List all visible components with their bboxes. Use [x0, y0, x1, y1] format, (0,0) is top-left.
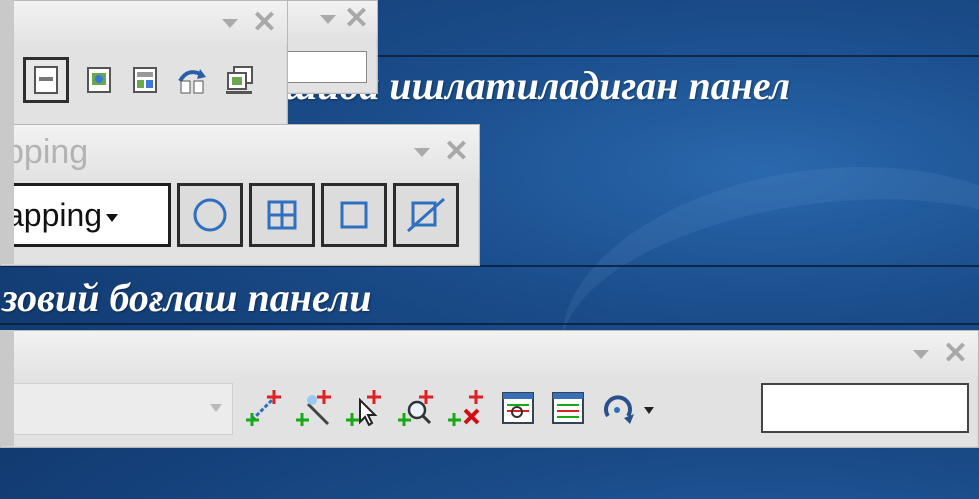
- end-snap-button[interactable]: [393, 183, 459, 247]
- dropdown-arrow-icon[interactable]: [912, 349, 929, 359]
- copy-map-button[interactable]: [221, 61, 259, 99]
- rotate-dropdown-arrow-icon[interactable]: [644, 407, 654, 414]
- rotate-icon: [604, 395, 634, 424]
- link-table-icon: [552, 392, 584, 424]
- end-snap-icon: [407, 197, 445, 233]
- page-setup-icon: [133, 67, 157, 93]
- vertex-snap-button[interactable]: [249, 183, 315, 247]
- delete-point-button[interactable]: [447, 389, 485, 427]
- close-icon[interactable]: ✕: [943, 339, 968, 369]
- edge-snap-button[interactable]: [321, 183, 387, 247]
- point-snap-icon: [193, 198, 227, 232]
- bottom-panel-input[interactable]: [761, 383, 969, 433]
- top-toolbar-panel: ✕: [0, 0, 288, 126]
- bottom-dropdown[interactable]: [1, 383, 233, 435]
- caption-middle: зовий боғлаш панели: [2, 275, 372, 320]
- delete-point-icon: [448, 390, 483, 426]
- zoom-add-button[interactable]: [397, 389, 435, 427]
- small-panel-input[interactable]: [283, 51, 367, 83]
- dropdown-arrow-icon[interactable]: [413, 147, 430, 157]
- refresh-layout-icon: [178, 69, 206, 94]
- link-table-button[interactable]: [549, 389, 587, 427]
- snapping-toolbar-panel: pping ✕ apping: [0, 124, 480, 266]
- refresh-layout-button[interactable]: [173, 61, 211, 99]
- add-point-icon: [246, 390, 281, 426]
- add-point-button[interactable]: [245, 389, 283, 427]
- auto-add-button[interactable]: [295, 389, 333, 427]
- rotate-button[interactable]: [599, 389, 637, 427]
- small-toolbar-panel: ✕: [282, 0, 378, 94]
- chevron-down-icon: [210, 404, 222, 412]
- close-icon[interactable]: ✕: [444, 137, 469, 167]
- snapping-panel-title: pping: [5, 133, 89, 171]
- vertex-snap-icon: [267, 200, 297, 230]
- edge-snap-icon: [340, 201, 368, 229]
- dropdown-arrow-icon[interactable]: [221, 18, 238, 28]
- point-snap-button[interactable]: [177, 183, 243, 247]
- chevron-down-icon: [106, 213, 119, 222]
- snapping-panel-titlebar[interactable]: pping ✕: [1, 125, 479, 179]
- top-panel-titlebar[interactable]: ✕: [1, 1, 287, 45]
- layout-view-button[interactable]: [23, 57, 69, 103]
- add-data-button[interactable]: [81, 61, 119, 99]
- dropdown-arrow-icon[interactable]: [319, 14, 336, 24]
- view-link-table-button[interactable]: [499, 389, 537, 427]
- copy-map-icon: [226, 66, 253, 94]
- bottom-panel-titlebar[interactable]: ✕: [1, 331, 978, 377]
- panel-left-edge: [0, 124, 14, 264]
- snapping-dropdown-label: apping: [6, 197, 103, 233]
- panel-left-edge: [0, 0, 14, 124]
- add-data-icon: [87, 67, 111, 93]
- view-link-table-icon: [502, 392, 534, 424]
- page-setup-button[interactable]: [127, 61, 165, 99]
- select-add-icon: [346, 390, 381, 426]
- bottom-toolbar-panel: ✕: [0, 330, 979, 448]
- auto-add-icon: [296, 390, 331, 426]
- close-icon[interactable]: ✕: [252, 8, 277, 38]
- select-add-button[interactable]: [345, 389, 383, 427]
- zoom-add-icon: [398, 390, 433, 426]
- small-panel-titlebar[interactable]: ✕: [283, 1, 377, 37]
- divider-line: [0, 323, 979, 325]
- page-icon: [34, 66, 58, 94]
- panel-left-edge: [0, 330, 14, 446]
- close-icon[interactable]: ✕: [344, 4, 369, 34]
- snapping-dropdown[interactable]: apping: [1, 183, 171, 247]
